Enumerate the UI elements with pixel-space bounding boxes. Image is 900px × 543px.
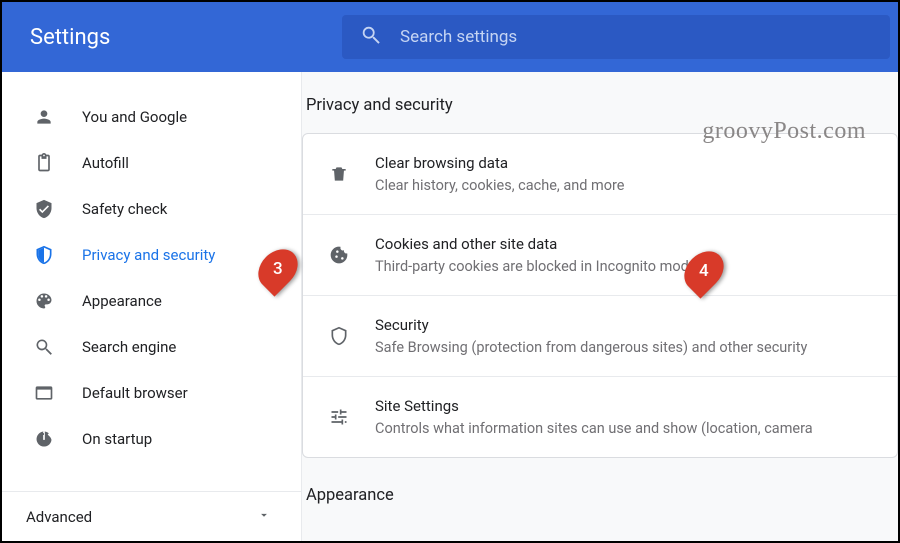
sidebar-item-label: Appearance — [82, 292, 162, 310]
row-title: Site Settings — [375, 395, 813, 417]
sidebar-item-autofill[interactable]: Autofill — [2, 140, 301, 186]
section-title: Privacy and security — [302, 96, 898, 133]
row-security[interactable]: Security Safe Browsing (protection from … — [303, 296, 897, 377]
row-title: Security — [375, 314, 807, 336]
sidebar-advanced-toggle[interactable]: Advanced — [2, 491, 301, 541]
shield-icon — [32, 243, 56, 267]
row-cookies[interactable]: Cookies and other site data Third-party … — [303, 215, 897, 296]
sidebar: You and Google Autofill Safety check Pri… — [2, 72, 302, 541]
shield-icon — [327, 324, 351, 348]
search-placeholder: Search settings — [400, 27, 517, 47]
search-icon — [360, 24, 382, 50]
sidebar-item-appearance[interactable]: Appearance — [2, 278, 301, 324]
sidebar-item-label: On startup — [82, 430, 152, 448]
trash-icon — [327, 162, 351, 186]
app-header: Settings Search settings — [2, 2, 898, 72]
power-icon — [32, 427, 56, 451]
sidebar-item-label: You and Google — [82, 108, 187, 126]
person-icon — [32, 105, 56, 129]
sidebar-item-you-and-google[interactable]: You and Google — [2, 94, 301, 140]
sidebar-item-label: Privacy and security — [82, 246, 215, 264]
sidebar-item-default-browser[interactable]: Default browser — [2, 370, 301, 416]
row-desc: Controls what information sites can use … — [375, 419, 813, 439]
sliders-icon — [327, 405, 351, 429]
row-desc: Clear history, cookies, cache, and more — [375, 176, 624, 196]
sidebar-item-privacy-security[interactable]: Privacy and security — [2, 232, 301, 278]
shield-check-icon — [32, 197, 56, 221]
search-settings[interactable]: Search settings — [342, 15, 890, 59]
section-title-appearance: Appearance — [302, 458, 898, 505]
main-content: Privacy and security Clear browsing data… — [302, 72, 898, 541]
row-title: Clear browsing data — [375, 152, 624, 174]
palette-icon — [32, 289, 56, 313]
sidebar-item-label: Safety check — [82, 200, 167, 218]
sidebar-item-safety-check[interactable]: Safety check — [2, 186, 301, 232]
row-site-settings[interactable]: Site Settings Controls what information … — [303, 377, 897, 457]
privacy-card: Clear browsing data Clear history, cooki… — [302, 133, 898, 458]
row-desc: Safe Browsing (protection from dangerous… — [375, 338, 807, 358]
row-desc: Third-party cookies are blocked in Incog… — [375, 257, 697, 277]
sidebar-item-on-startup[interactable]: On startup — [2, 416, 301, 462]
chevron-down-icon — [257, 508, 271, 526]
advanced-label: Advanced — [26, 508, 92, 526]
browser-icon — [32, 381, 56, 405]
sidebar-item-label: Search engine — [82, 338, 176, 356]
row-clear-browsing-data[interactable]: Clear browsing data Clear history, cooki… — [303, 134, 897, 215]
header-title: Settings — [2, 25, 342, 50]
row-title: Cookies and other site data — [375, 233, 697, 255]
sidebar-item-label: Autofill — [82, 154, 129, 172]
clipboard-icon — [32, 151, 56, 175]
cookie-icon — [327, 243, 351, 267]
sidebar-item-label: Default browser — [82, 384, 188, 402]
sidebar-item-search-engine[interactable]: Search engine — [2, 324, 301, 370]
search-icon — [32, 335, 56, 359]
